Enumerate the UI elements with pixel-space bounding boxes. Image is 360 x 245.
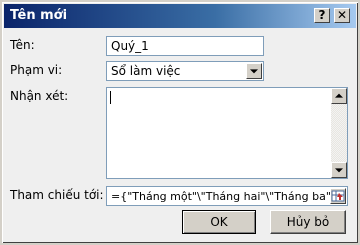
scope-dropdown-button[interactable] [246,63,262,79]
help-button[interactable]: ? [314,8,330,23]
close-x-icon: ✕ [336,8,348,22]
new-name-dialog: Tên mới ? ✕ Tên: Quý_1 Phạm vi: Sổ làm v… [0,0,360,245]
arrow-up-icon [335,93,343,98]
chevron-down-icon [250,69,258,74]
question-mark-icon: ? [318,8,326,22]
scope-label: Phạm vi: [10,63,63,77]
dialog-title: Tên mới [10,8,68,23]
cancel-button-label: Hủy bỏ [286,215,330,229]
refers-to-value: ={"Tháng một"\"Tháng hai"\"Tháng ba"} [111,190,338,203]
title-bar[interactable]: Tên mới ? ✕ [4,4,356,28]
scope-select[interactable]: Sổ làm việc [106,61,264,81]
close-button[interactable]: ✕ [334,8,350,23]
collapse-dialog-button[interactable] [330,188,346,204]
ok-button-label: OK [210,215,228,229]
comment-label: Nhận xét: [10,89,69,103]
refers-to-input[interactable]: ={"Tháng một"\"Tháng hai"\"Tháng ba"} [106,186,348,206]
ok-button[interactable]: OK [182,210,256,234]
name-input-value: Quý_1 [111,39,149,53]
scroll-up-button[interactable] [331,88,347,104]
name-input[interactable]: Quý_1 [106,36,264,56]
text-caret [110,91,111,104]
scope-select-value: Sổ làm việc [111,64,181,78]
arrow-down-icon [335,168,343,173]
refers-to-label: Tham chiếu tới: [10,188,104,202]
range-select-icon [331,190,345,202]
name-label: Tên: [10,38,35,52]
scroll-down-button[interactable] [331,162,347,178]
cancel-button[interactable]: Hủy bỏ [270,210,346,234]
comment-textarea[interactable] [106,87,348,179]
